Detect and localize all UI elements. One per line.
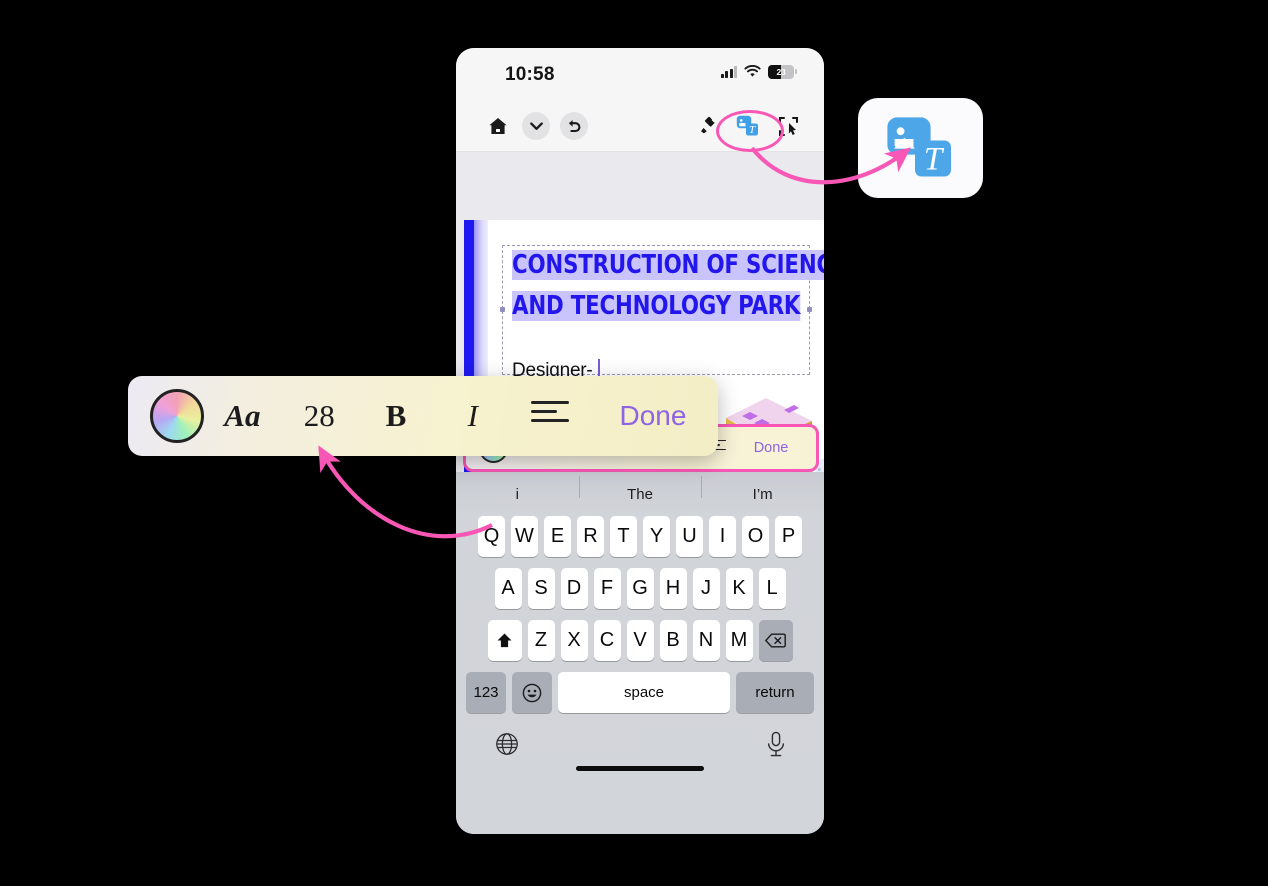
key-m[interactable]: M (725, 620, 753, 661)
magnified-bold-label: B (385, 398, 407, 433)
key-y[interactable]: Y (643, 516, 670, 557)
emoji-icon (522, 683, 542, 702)
microphone-icon (767, 731, 785, 757)
key-t[interactable]: T (610, 516, 637, 557)
magnified-done-label: Done (619, 400, 687, 431)
keyboard-row-1: Q W E R T Y U I O P (456, 516, 824, 557)
backspace-key[interactable] (758, 620, 793, 661)
document-title[interactable]: CONSTRUCTION OF SCIENCE AND TECHNOLOGY P… (512, 250, 824, 321)
home-indicator (576, 766, 704, 771)
key-g[interactable]: G (626, 568, 654, 609)
emoji-key[interactable] (512, 672, 552, 713)
toolbar-icon-highlight-circle (716, 110, 784, 152)
done-button[interactable]: Done (740, 440, 816, 456)
key-v[interactable]: V (626, 620, 654, 661)
cellular-signal-icon (720, 65, 737, 78)
keyboard-row-2: A S D F G H J K L (456, 568, 824, 609)
key-x[interactable]: X (560, 620, 588, 661)
keyboard-row-3: Z X C V B N M (456, 620, 824, 661)
key-b[interactable]: B (659, 620, 687, 661)
key-o[interactable]: O (742, 516, 769, 557)
battery-icon: 23 (768, 65, 797, 79)
title-line-1: CONSTRUCTION OF SCIENCE (512, 250, 824, 280)
key-a[interactable]: A (494, 568, 522, 609)
globe-key[interactable] (495, 732, 519, 756)
image-text-icon: T (887, 117, 951, 178)
status-time: 10:58 (505, 64, 555, 85)
key-f[interactable]: F (593, 568, 621, 609)
key-i[interactable]: I (709, 516, 736, 557)
key-d[interactable]: D (560, 568, 588, 609)
magnified-font-size-label: 28 (303, 398, 335, 433)
status-bar: 10:58 23 (456, 48, 824, 104)
magnified-format-toolbar: Aa 28 B I Done (128, 376, 718, 456)
backspace-icon (765, 633, 786, 648)
keyboard: i The I’m Q W E R T Y U I O P A S D F G … (456, 472, 824, 834)
key-c[interactable]: C (593, 620, 621, 661)
key-j[interactable]: J (692, 568, 720, 609)
key-h[interactable]: H (659, 568, 687, 609)
numbers-key[interactable]: 123 (466, 672, 506, 713)
key-q[interactable]: Q (478, 516, 505, 557)
key-w[interactable]: W (511, 516, 538, 557)
suggestion-item[interactable]: i (456, 486, 579, 503)
suggestion-item[interactable]: I’m (701, 475, 824, 503)
key-z[interactable]: Z (527, 620, 555, 661)
shift-key[interactable] (487, 620, 522, 661)
chevron-down-icon[interactable] (522, 112, 550, 140)
suggestion-bar: i The I’m (456, 472, 824, 516)
key-s[interactable]: S (527, 568, 555, 609)
suggestion-item[interactable]: The (578, 475, 702, 503)
key-u[interactable]: U (676, 516, 703, 557)
selection-handle-left[interactable] (500, 307, 505, 312)
wifi-icon (744, 65, 761, 77)
magnified-font-style-label: Aa (224, 398, 261, 433)
keyboard-row-4: 123 space return (456, 672, 824, 713)
key-k[interactable]: K (725, 568, 753, 609)
space-key[interactable]: space (558, 672, 730, 713)
home-icon[interactable] (484, 112, 512, 140)
return-key[interactable]: return (736, 672, 814, 713)
svg-text:T: T (924, 142, 945, 178)
magnified-color-wheel-icon (150, 389, 204, 443)
selection-handle-right[interactable] (807, 307, 812, 312)
key-n[interactable]: N (692, 620, 720, 661)
status-indicators: 23 (720, 65, 797, 79)
key-l[interactable]: L (758, 568, 786, 609)
key-r[interactable]: R (577, 516, 604, 557)
battery-level: 23 (776, 66, 786, 77)
key-p[interactable]: P (775, 516, 802, 557)
key-e[interactable]: E (544, 516, 571, 557)
keyboard-bottom-bar (456, 724, 824, 780)
title-line-2: AND TECHNOLOGY PARK (512, 291, 801, 321)
shift-icon (497, 633, 512, 648)
magnified-align-button (511, 400, 588, 432)
magnified-italic-label: I (467, 398, 478, 433)
magnified-align-left-icon (530, 400, 569, 427)
dictation-key[interactable] (765, 731, 787, 757)
globe-icon (496, 733, 518, 755)
toolbar-left-group (484, 112, 588, 140)
undo-icon[interactable] (560, 112, 588, 140)
image-text-icon-callout: T (858, 98, 983, 198)
